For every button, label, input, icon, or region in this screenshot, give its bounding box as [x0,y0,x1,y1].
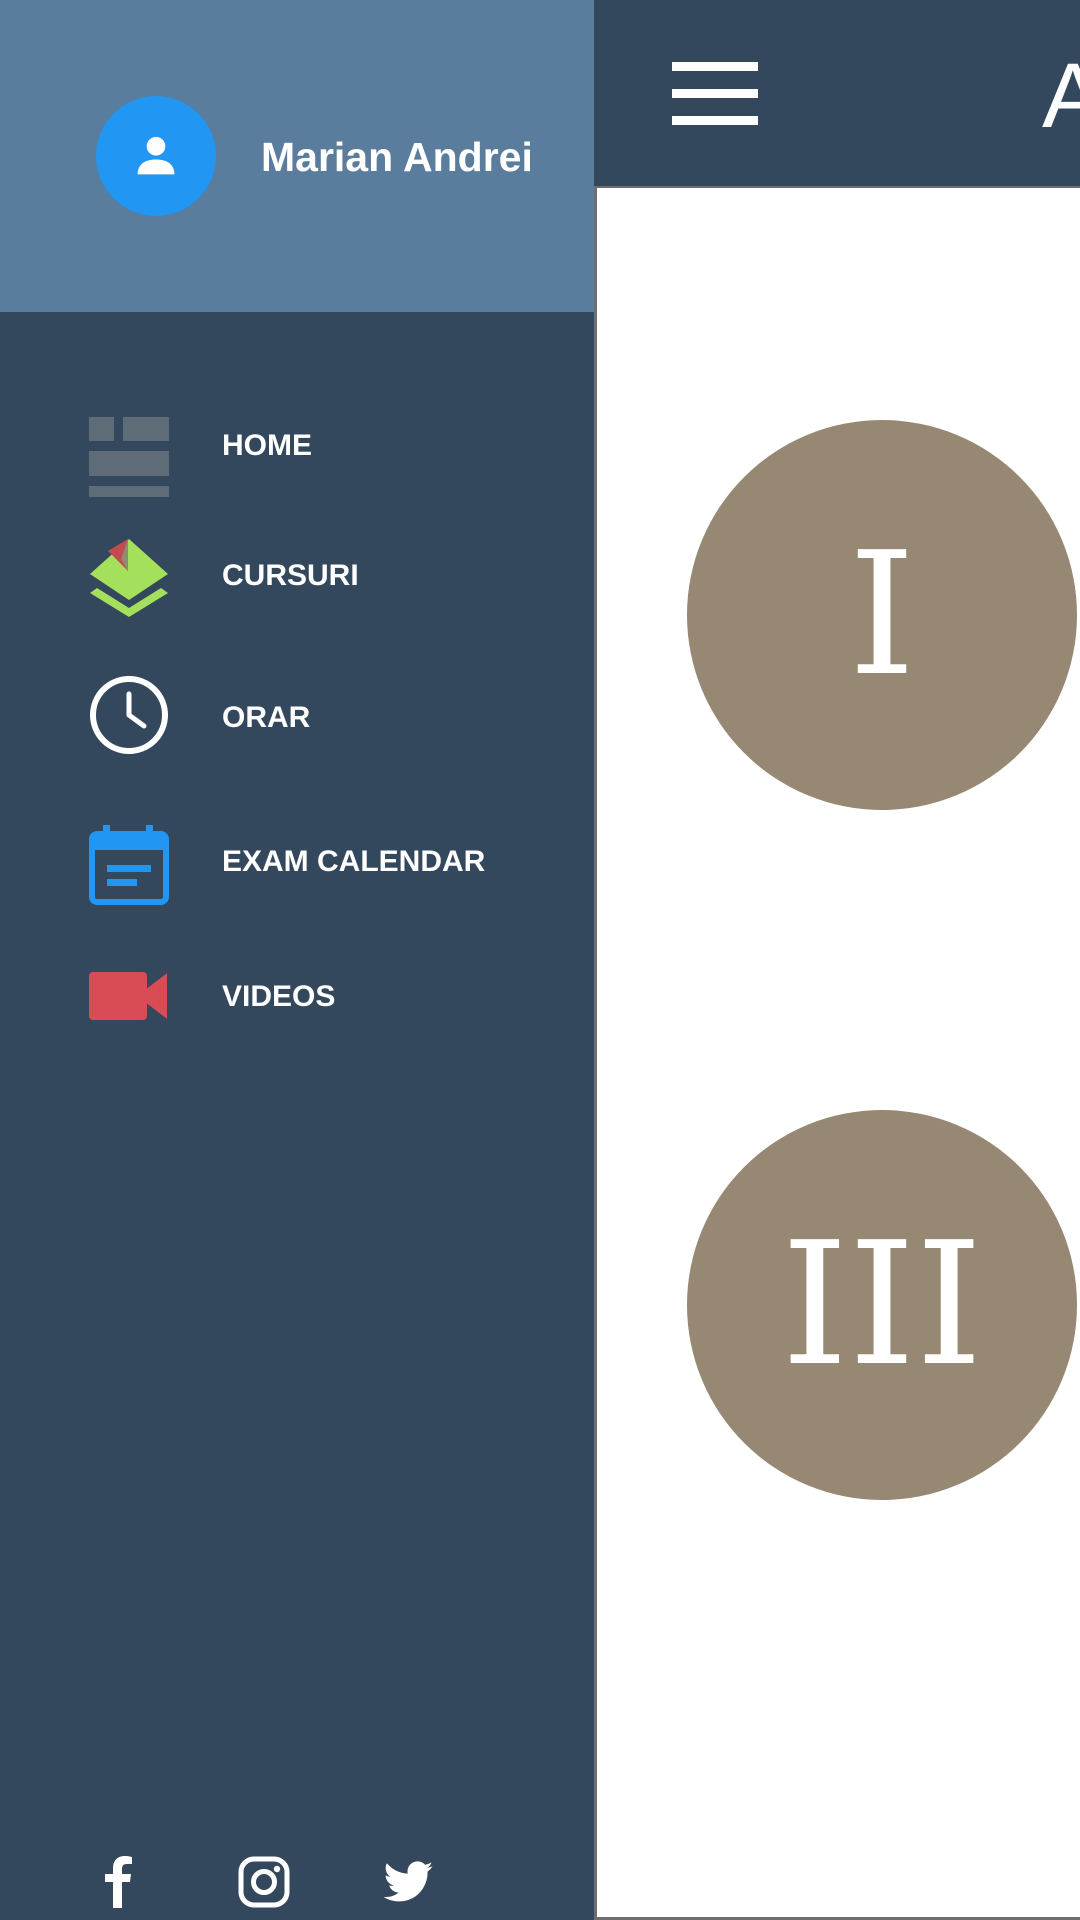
navigation-drawer: Marian Andrei HOME CURSURI ORAR EXAM CAL… [0,0,594,1920]
dashboard-icon [88,416,170,498]
drawer-item-label: HOME [222,429,312,462]
facebook-icon[interactable] [90,1853,148,1911]
drawer-item-label: CURSURI [222,559,359,592]
year-button-1[interactable]: I [687,420,1077,810]
year-numeral: III [781,1206,983,1404]
menu-hamburger-icon[interactable] [672,60,760,126]
drawer-item-label: ORAR [222,701,311,734]
drawer-item-label: VIDEOS [222,980,336,1013]
drawer-item-videos[interactable]: VIDEOS [0,941,594,1051]
twitter-icon[interactable] [380,1853,438,1911]
user-name: Marian Andrei [261,134,533,180]
drawer-item-orar[interactable]: ORAR [0,662,594,772]
avatar[interactable] [96,96,216,216]
drawer-item-exam-calendar[interactable]: EXAM CALENDAR [0,806,594,916]
drawer-item-home[interactable]: HOME [0,390,594,500]
year-numeral: I [848,516,916,714]
calendar-icon [88,824,170,906]
app-bar: A [594,0,1080,186]
instagram-icon[interactable] [235,1853,293,1911]
drawer-item-label: EXAM CALENDAR [222,845,486,878]
layers-icon [88,537,170,619]
year-button-3[interactable]: III [687,1110,1077,1500]
app-screen: A I III Marian Andrei HOME CURSURI ORAR … [0,0,1080,1920]
person-icon [137,136,175,175]
main-content: I III [594,186,1080,1920]
app-bar-title: A [1042,45,1080,147]
video-camera-icon [88,955,170,1037]
drawer-header: Marian Andrei [0,0,594,312]
clock-icon [88,674,170,756]
drawer-item-cursuri[interactable]: CURSURI [0,520,594,630]
